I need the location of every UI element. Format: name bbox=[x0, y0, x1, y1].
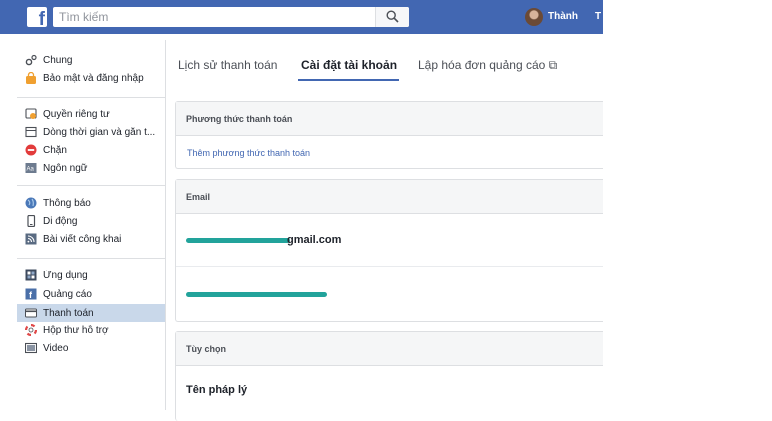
globe-icon bbox=[25, 197, 37, 209]
lock-icon bbox=[25, 72, 37, 84]
sidebar-item-label: Thông báo bbox=[43, 197, 91, 209]
timeline-icon bbox=[25, 126, 37, 138]
top-navigation-bar: f Thành T bbox=[0, 0, 603, 34]
search-button[interactable] bbox=[375, 7, 409, 27]
payment-icon bbox=[25, 307, 37, 319]
apps-icon bbox=[25, 269, 37, 281]
sidebar-item-security[interactable]: Bảo mật và đăng nhập bbox=[17, 69, 165, 87]
sidebar-item-label: Chung bbox=[43, 54, 73, 66]
svg-text:Aa: Aa bbox=[27, 167, 35, 173]
options-header: Tùy chọn bbox=[176, 332, 603, 366]
email-card: Email gmail.com bbox=[175, 179, 603, 322]
email-row-secondary[interactable] bbox=[176, 267, 603, 319]
sidebar-item-label: Di động bbox=[43, 215, 78, 227]
add-payment-method-link[interactable]: Thêm phương thức thanh toán bbox=[187, 148, 310, 158]
sidebar-item-label: Dòng thời gian và gắn t... bbox=[43, 126, 156, 138]
sidebar-item-language[interactable]: Aa Ngôn ngữ bbox=[17, 159, 165, 177]
sidebar-item-support-inbox[interactable]: Hộp thư hỗ trợ bbox=[17, 321, 165, 339]
tab-account-settings[interactable]: Cài đặt tài khoản bbox=[301, 58, 397, 72]
privacy-icon bbox=[25, 108, 37, 120]
payment-methods-header: Phương thức thanh toán bbox=[176, 102, 603, 136]
tab-payment-history[interactable]: Lịch sử thanh toán bbox=[178, 58, 277, 72]
sidebar-item-label: Bài viết công khai bbox=[43, 233, 122, 245]
sidebar-item-label: Ứng dụng bbox=[43, 269, 88, 281]
gear-icon bbox=[25, 54, 37, 66]
sidebar-item-label: Video bbox=[43, 342, 69, 354]
language-icon: Aa bbox=[25, 162, 37, 174]
redacted-email-local-part bbox=[186, 238, 290, 243]
sidebar-item-label: Quyền riêng tư bbox=[43, 108, 110, 120]
sidebar-divider bbox=[17, 185, 165, 186]
payments-tabs: Lịch sử thanh toán Cài đặt tài khoản Lập… bbox=[165, 42, 603, 82]
sidebar-divider bbox=[17, 97, 165, 98]
sidebar-item-label: Thanh toán bbox=[43, 307, 94, 319]
payment-methods-card: Phương thức thanh toán Thêm phương thức … bbox=[175, 101, 603, 169]
sidebar-item-payments[interactable]: Thanh toán bbox=[17, 304, 165, 322]
email-header: Email bbox=[176, 180, 603, 214]
sidebar-item-apps[interactable]: Ứng dụng bbox=[17, 266, 165, 284]
sidebar-item-label: Chặn bbox=[43, 144, 67, 156]
sidebar-item-label: Ngôn ngữ bbox=[43, 162, 88, 174]
sidebar-item-mobile[interactable]: Di động bbox=[17, 212, 165, 230]
sidebar-item-ads[interactable]: f Quảng cáo bbox=[17, 285, 165, 303]
redacted-email bbox=[186, 292, 327, 297]
support-icon bbox=[25, 324, 37, 336]
active-tab-indicator bbox=[298, 79, 399, 81]
email-domain: gmail.com bbox=[287, 234, 342, 246]
profile-name-link[interactable]: Thành bbox=[548, 11, 578, 22]
sidebar-item-timeline[interactable]: Dòng thời gian và gắn t... bbox=[17, 123, 165, 141]
sidebar-item-notifications[interactable]: Thông báo bbox=[17, 194, 165, 212]
tab-ads-billing[interactable]: Lập hóa đơn quảng cáo ⧉ bbox=[418, 58, 557, 73]
sidebar-divider bbox=[17, 258, 165, 259]
rss-icon bbox=[25, 233, 37, 245]
options-card: Tùy chọn Tên pháp lý bbox=[175, 331, 603, 421]
sidebar-item-general[interactable]: Chung bbox=[17, 51, 165, 69]
mobile-icon bbox=[25, 215, 37, 227]
settings-sidebar: Chung Bảo mật và đăng nhập Quyền riêng t… bbox=[17, 40, 166, 410]
block-icon bbox=[25, 144, 37, 156]
sidebar-item-label: Hộp thư hỗ trợ bbox=[43, 324, 109, 336]
sidebar-item-public-posts[interactable]: Bài viết công khai bbox=[17, 230, 165, 248]
sidebar-item-blocking[interactable]: Chặn bbox=[17, 141, 165, 159]
facebook-logo-icon[interactable]: f bbox=[27, 7, 47, 27]
sidebar-item-videos[interactable]: Video bbox=[17, 339, 165, 357]
sidebar-item-privacy[interactable]: Quyền riêng tư bbox=[17, 105, 165, 123]
ads-icon: f bbox=[25, 288, 37, 300]
search-box bbox=[53, 7, 409, 27]
top-nav-item[interactable]: T bbox=[595, 11, 601, 22]
avatar[interactable] bbox=[525, 8, 543, 26]
email-row-primary[interactable]: gmail.com bbox=[176, 214, 603, 266]
video-icon bbox=[25, 342, 37, 354]
search-input[interactable] bbox=[53, 7, 375, 27]
legal-name-label: Tên pháp lý bbox=[186, 384, 248, 396]
search-icon bbox=[386, 10, 399, 23]
sidebar-item-label: Quảng cáo bbox=[43, 288, 92, 300]
sidebar-item-label: Bảo mật và đăng nhập bbox=[43, 72, 144, 84]
